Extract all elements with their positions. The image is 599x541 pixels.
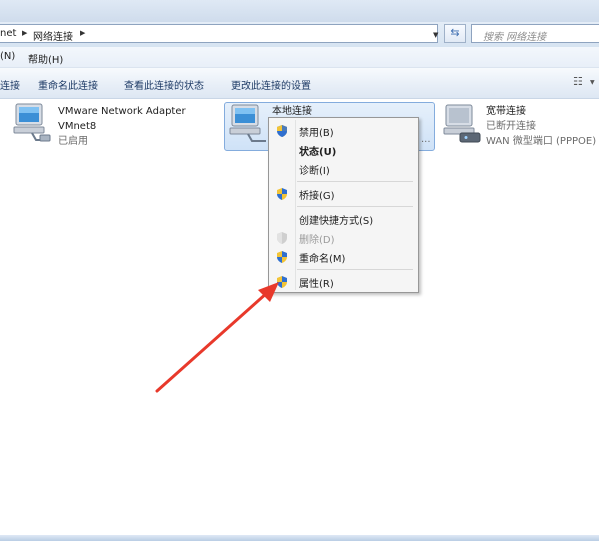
window-bottom-edge [0,535,599,541]
annotation-arrow [155,282,279,393]
